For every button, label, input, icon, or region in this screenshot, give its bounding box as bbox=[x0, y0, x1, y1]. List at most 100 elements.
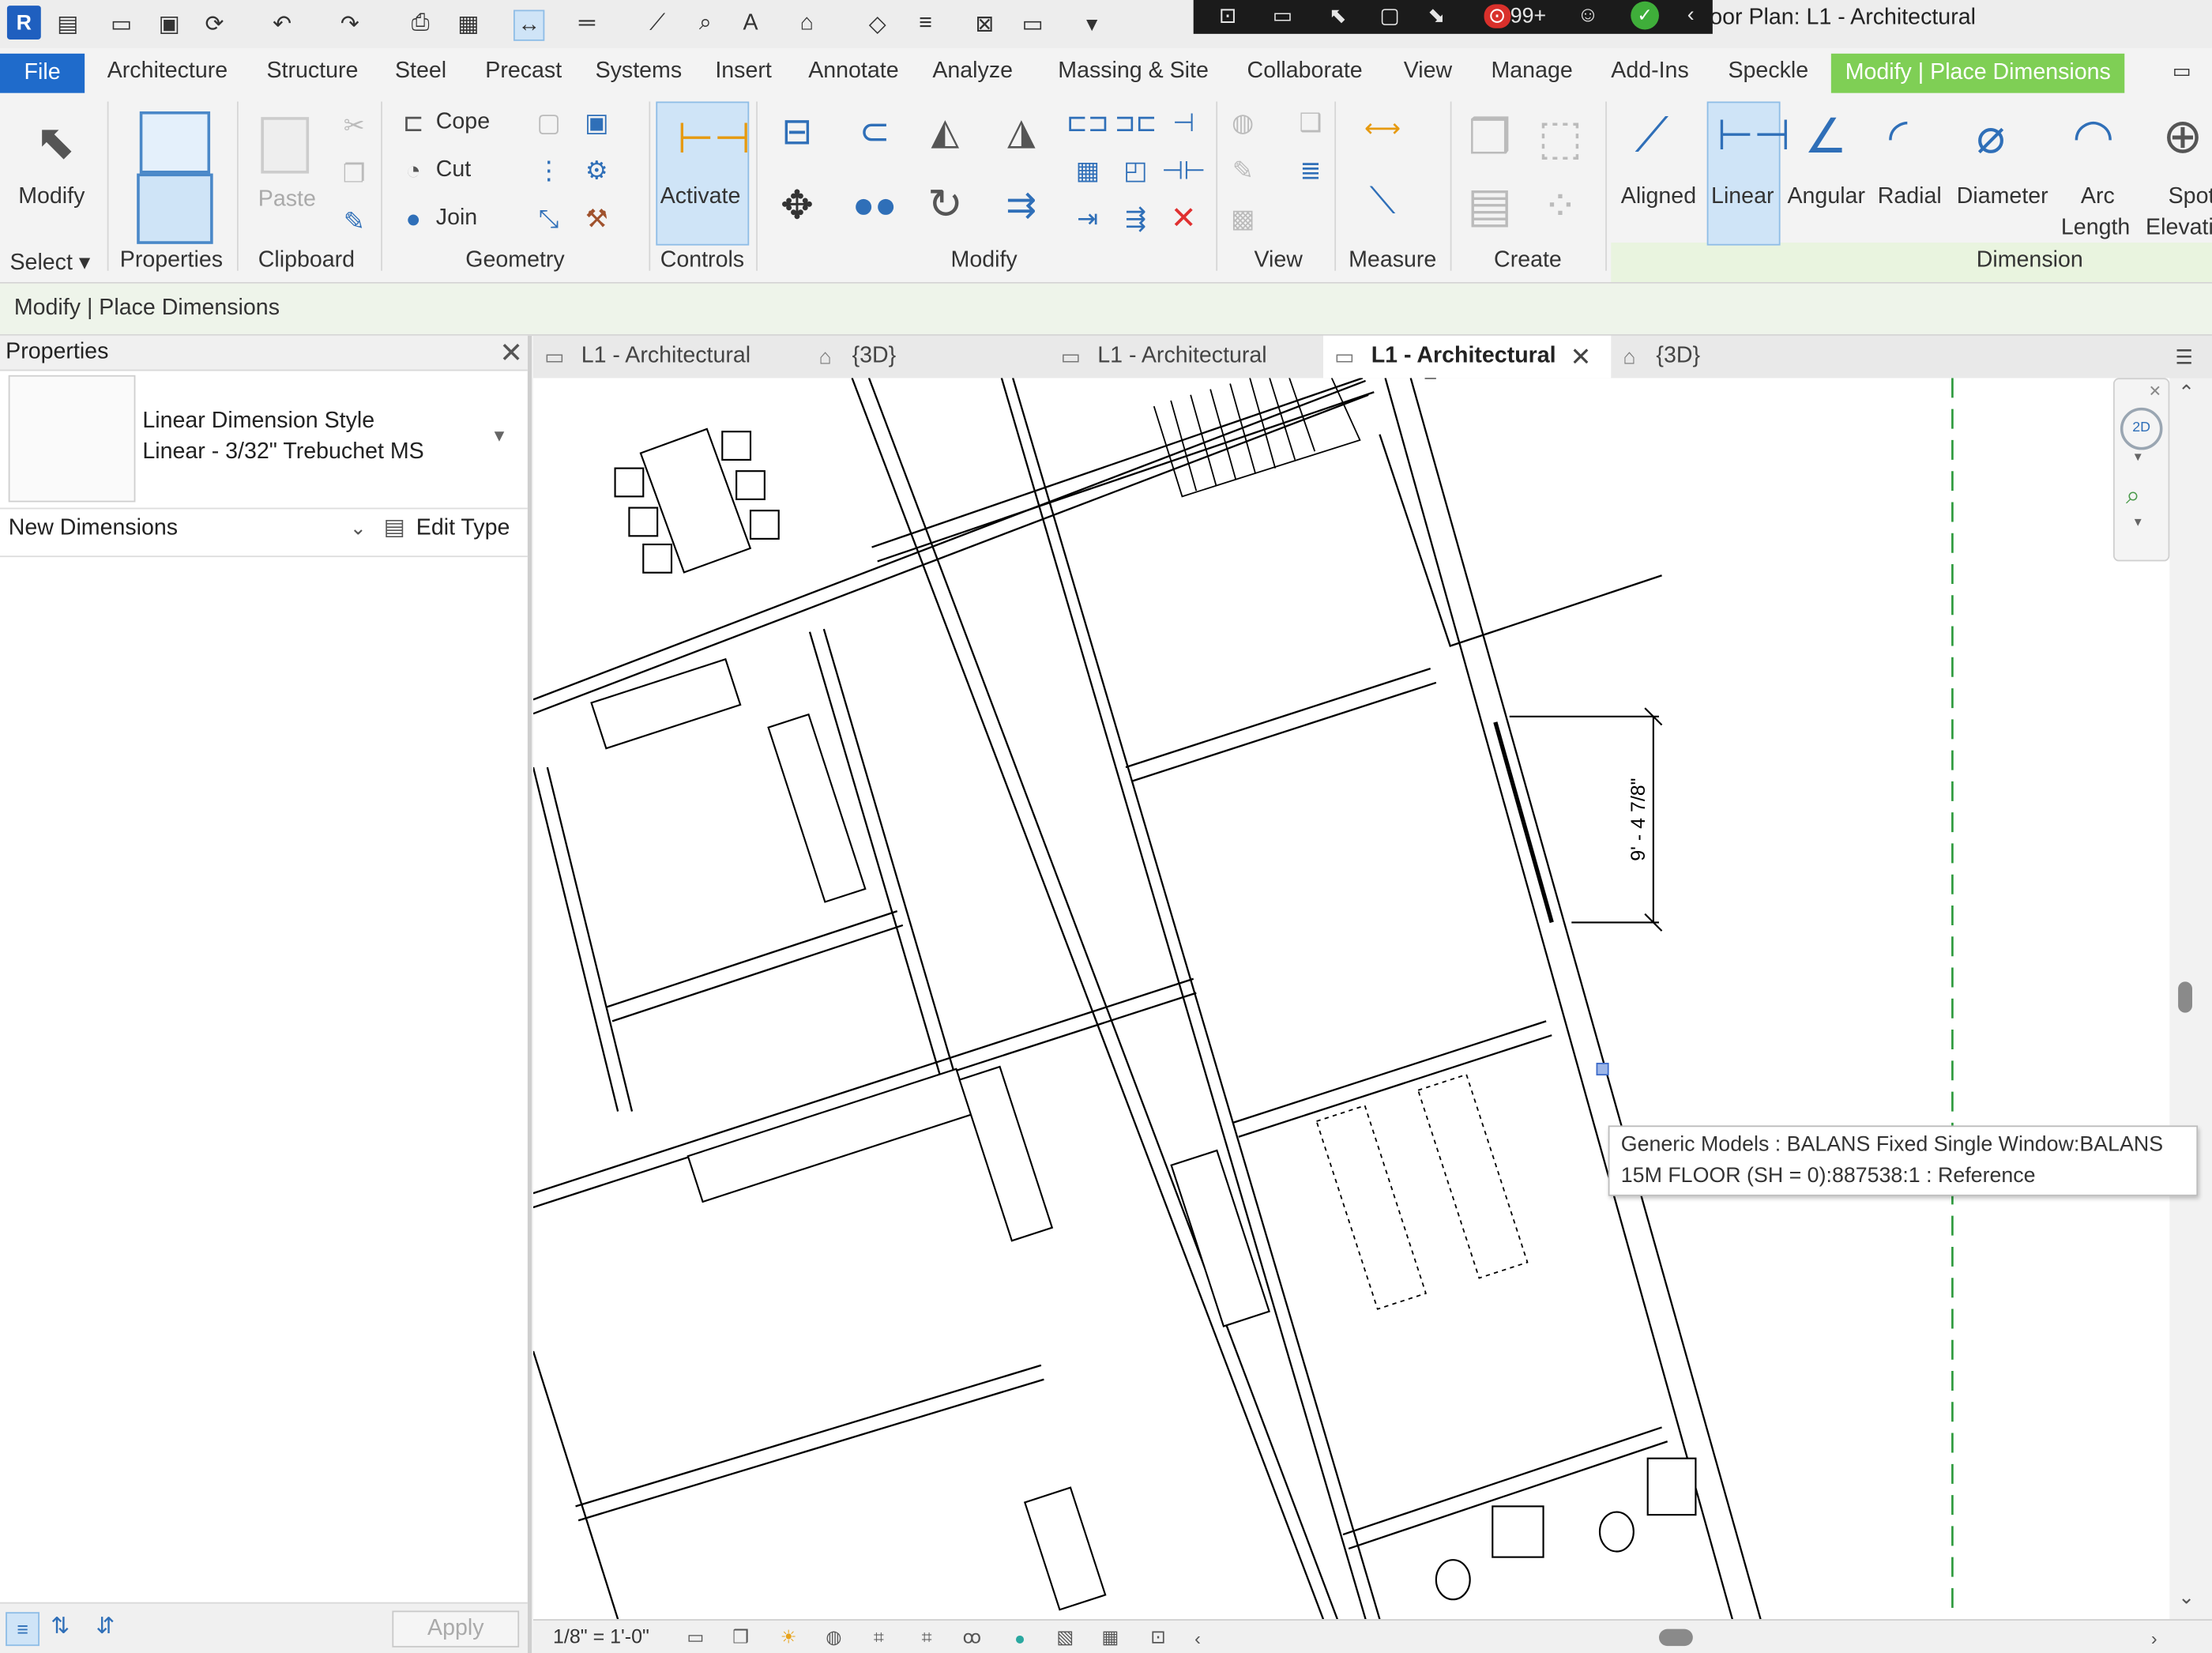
thin-lines-icon[interactable]: ≡ bbox=[912, 9, 940, 38]
create-assembly-icon[interactable]: ▤ bbox=[1462, 178, 1518, 234]
aligned-dimension-button[interactable]: ⟋ Aligned bbox=[1614, 102, 1707, 246]
properties-button[interactable] bbox=[127, 102, 220, 246]
close-tab-icon[interactable]: ✕ bbox=[1570, 342, 1591, 371]
capture-icon[interactable]: ⊡ bbox=[1219, 3, 1236, 28]
analytical-model-icon[interactable]: ▦ bbox=[1097, 1625, 1123, 1650]
print-icon[interactable]: ⎙ bbox=[406, 9, 434, 38]
reveal-hidden-icon[interactable]: ● bbox=[1007, 1625, 1033, 1650]
revit-logo[interactable]: R bbox=[6, 6, 41, 40]
paste-button[interactable]: Paste bbox=[248, 102, 322, 246]
pin-element-icon[interactable]: ⊣⊢ bbox=[1161, 155, 1206, 186]
tab-collaborate[interactable]: Collaborate bbox=[1247, 59, 1363, 85]
switch-windows-icon[interactable]: ▭ bbox=[1018, 9, 1047, 38]
instance-filter-dropdown[interactable]: New Dimensions ⌄ bbox=[0, 510, 375, 553]
chevron-left-icon[interactable]: ‹ bbox=[1687, 3, 1695, 27]
tabs-menu-icon[interactable]: ☰ bbox=[2176, 336, 2204, 378]
show-crop-icon[interactable]: ⌗ bbox=[914, 1625, 939, 1650]
shadows-icon[interactable]: ◍ bbox=[821, 1625, 846, 1650]
tab-view[interactable]: View bbox=[1404, 59, 1452, 85]
drawing-canvas[interactable]: 9' - 4 7/8" bbox=[532, 378, 2170, 1620]
view-tab-active[interactable]: ▭ L1 - Architectural ✕ bbox=[1322, 335, 1612, 378]
cope-icon[interactable]: ⊏ bbox=[398, 107, 429, 138]
categorize-icon[interactable]: ≡ bbox=[6, 1612, 40, 1647]
ribbon-minimize-icon[interactable]: ▭ bbox=[2172, 59, 2191, 83]
open-icon[interactable]: ▭ bbox=[107, 9, 136, 38]
close-navbar-icon[interactable]: ✕ bbox=[2149, 382, 2161, 401]
align-icon[interactable]: ⊟ bbox=[776, 109, 818, 152]
unpin-icon[interactable]: ⊣ bbox=[1168, 107, 1199, 138]
customize-icon[interactable]: ▾ bbox=[1078, 9, 1106, 38]
hammer-icon[interactable]: ⚒ bbox=[581, 203, 612, 234]
steering-wheel-icon[interactable]: 2D bbox=[2120, 407, 2163, 450]
activate-button[interactable]: ⊢⊣ Activate bbox=[656, 101, 750, 246]
view-tab[interactable]: ▭ L1 - Architectural bbox=[542, 336, 796, 378]
trim-extend-icon[interactable]: ⇉ bbox=[996, 183, 1047, 226]
cut-label[interactable]: Cut bbox=[436, 158, 471, 183]
mirror-axis-icon[interactable]: ◭ bbox=[920, 109, 970, 152]
wall-joins-icon[interactable]: ▣ bbox=[581, 107, 612, 138]
move-icon[interactable]: ✥ bbox=[776, 183, 818, 226]
pointer-icon[interactable]: ⬊ bbox=[1428, 3, 1445, 28]
array-icon[interactable]: ▦ bbox=[1072, 155, 1103, 186]
tab-insert[interactable]: Insert bbox=[715, 59, 771, 85]
camera-icon[interactable]: ▭ bbox=[1273, 3, 1292, 28]
text-icon[interactable]: A bbox=[736, 9, 765, 38]
crop-view-icon[interactable]: ⌗ bbox=[866, 1625, 891, 1650]
demolish-icon[interactable]: ⤡ bbox=[533, 203, 564, 234]
undo-icon[interactable]: ↶ bbox=[268, 9, 296, 38]
sync-icon[interactable]: ⟳ bbox=[201, 9, 229, 38]
override-graphics-icon[interactable]: ❑ bbox=[1295, 107, 1326, 138]
measure-along-icon[interactable]: ⟍ bbox=[1352, 179, 1414, 222]
scale-icon[interactable]: ◰ bbox=[1120, 155, 1151, 186]
tab-precast[interactable]: Precast bbox=[485, 59, 562, 85]
create-group-icon[interactable]: ⬚ bbox=[1532, 110, 1588, 166]
home-icon[interactable]: ▤ bbox=[54, 9, 82, 38]
create-similar-icon[interactable]: ❒ bbox=[1462, 110, 1518, 166]
view-tab[interactable]: ▭ L1 - Architectural bbox=[1058, 336, 1311, 378]
linework-icon[interactable]: ✎ bbox=[1228, 155, 1258, 186]
detail-level-icon[interactable]: ▭ bbox=[683, 1625, 708, 1650]
delete-icon[interactable]: ✕ bbox=[1168, 200, 1199, 235]
detail-line-icon[interactable]: ⟋ bbox=[643, 9, 672, 38]
save-icon[interactable]: ▣ bbox=[155, 9, 183, 38]
angular-dimension-button[interactable]: ∠ Angular bbox=[1783, 102, 1873, 246]
dimension-value[interactable]: 9' - 4 7/8" bbox=[1627, 778, 1650, 860]
sun-path-icon[interactable]: ☀ bbox=[776, 1625, 801, 1650]
sort-descending-icon[interactable]: ⇵ bbox=[96, 1612, 115, 1640]
diameter-dimension-button[interactable]: ⌀ Diameter bbox=[1952, 102, 2056, 246]
tab-modify-place-dimensions[interactable]: Modify | Place Dimensions bbox=[1830, 53, 2125, 93]
horizontal-scrollbar-thumb[interactable] bbox=[1658, 1629, 1693, 1647]
type-selector[interactable]: Linear Dimension Style Linear - 3/32" Tr… bbox=[0, 372, 528, 505]
beam-joins-icon[interactable]: ⋮ bbox=[533, 155, 564, 186]
chevron-down-icon[interactable]: ▾ bbox=[2135, 515, 2142, 531]
scroll-up-icon[interactable]: ⌃ bbox=[2178, 381, 2195, 405]
print-view-icon[interactable]: ▦ bbox=[454, 9, 483, 38]
measure-icon[interactable]: ═ bbox=[573, 9, 601, 38]
offset-icon[interactable]: ⊂ bbox=[846, 109, 902, 152]
tab-speckle[interactable]: Speckle bbox=[1728, 59, 1808, 85]
join-icon[interactable]: ● bbox=[398, 203, 429, 234]
radial-dimension-button[interactable]: ◜ Radial bbox=[1873, 102, 1952, 246]
apply-button[interactable]: Apply bbox=[392, 1610, 520, 1647]
tab-manage[interactable]: Manage bbox=[1491, 59, 1572, 85]
view-lines-icon[interactable]: ≣ bbox=[1295, 155, 1326, 186]
select-panel-label[interactable]: Select ▾ bbox=[9, 248, 90, 277]
close-hidden-icon[interactable]: ⊠ bbox=[971, 9, 999, 38]
chevron-down-icon[interactable]: ▾ bbox=[2135, 450, 2142, 465]
scroll-right-icon[interactable]: › bbox=[2142, 1625, 2167, 1650]
light-bulb-icon[interactable]: ◍ bbox=[1228, 107, 1258, 138]
cope-label[interactable]: Cope bbox=[436, 110, 490, 135]
window-element[interactable] bbox=[1493, 721, 1554, 924]
constraints-icon[interactable]: ⊡ bbox=[1146, 1625, 1171, 1650]
trim-single-icon[interactable]: ⇥ bbox=[1072, 203, 1103, 234]
rotate-icon[interactable]: ↻ bbox=[920, 181, 970, 228]
split-face-icon[interactable]: ▢ bbox=[533, 107, 564, 138]
cut-geometry-icon[interactable]: ◔ bbox=[398, 155, 429, 186]
view-tab[interactable]: ⌂ {3D} bbox=[1616, 336, 1785, 378]
scroll-left-icon[interactable]: ‹ bbox=[1185, 1625, 1210, 1650]
accessibility-icon[interactable]: ☺ bbox=[1577, 3, 1598, 27]
tab-systems[interactable]: Systems bbox=[596, 59, 683, 85]
arc-length-dimension-button[interactable]: ◠ Arc Length bbox=[2057, 102, 2142, 246]
match-type-icon[interactable]: ✎ bbox=[339, 206, 370, 237]
mirror-draw-icon[interactable]: ◮ bbox=[996, 109, 1047, 152]
